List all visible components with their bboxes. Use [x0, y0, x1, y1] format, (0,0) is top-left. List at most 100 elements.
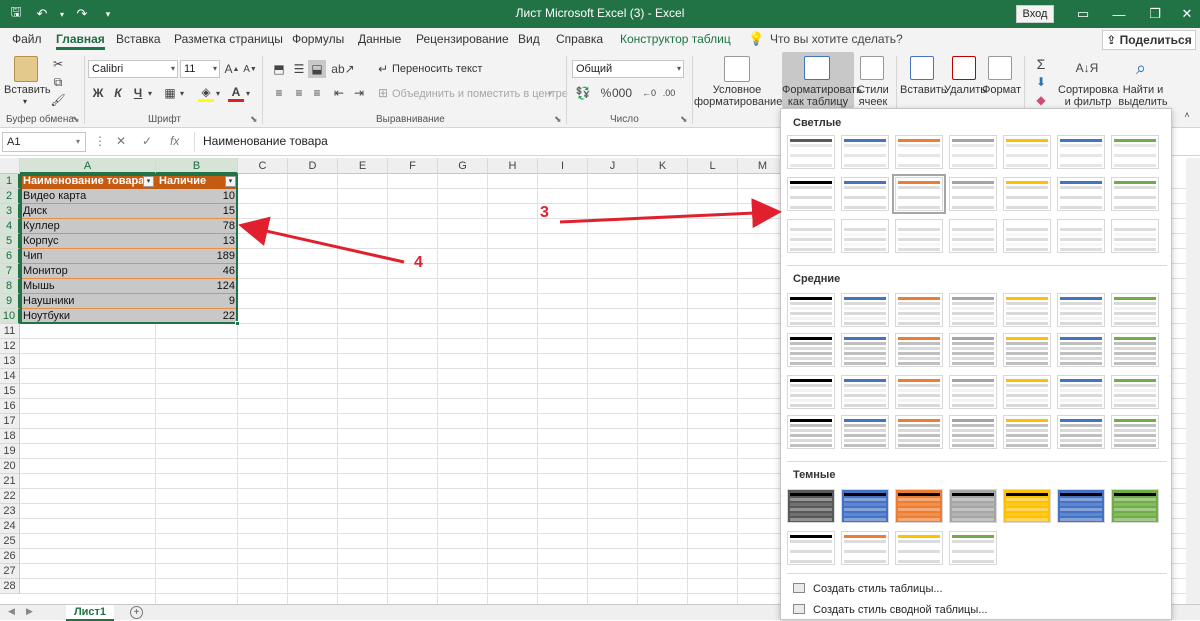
table-style-light-10[interactable]: [949, 177, 997, 211]
table-style-dark-53[interactable]: [1003, 489, 1051, 523]
save-icon[interactable]: 🖫: [6, 4, 26, 24]
underline-dropdown-icon[interactable]: ▾: [146, 84, 154, 102]
format-painter-icon[interactable]: 🖌: [50, 92, 66, 108]
font-color-dropdown-icon[interactable]: ▾: [244, 84, 252, 102]
table-style-light-5[interactable]: [1057, 135, 1105, 169]
align-left-icon[interactable]: ≡: [270, 84, 288, 102]
table-style-light-7[interactable]: [787, 177, 835, 211]
table-style-medium-42[interactable]: [787, 415, 835, 449]
table-style-dark-50[interactable]: [841, 489, 889, 523]
table-style-dark-52[interactable]: [949, 489, 997, 523]
conditional-formatting-icon[interactable]: [724, 56, 750, 82]
table-style-light-16[interactable]: [895, 219, 943, 253]
table-style-light-14[interactable]: [787, 219, 835, 253]
share-button[interactable]: ⇪ Поделиться: [1102, 30, 1196, 50]
clipboard-launcher-icon[interactable]: ⬊: [72, 114, 80, 125]
tab-review[interactable]: Рецензирование: [416, 32, 509, 46]
table-style-dark-57[interactable]: [841, 531, 889, 565]
row-header-18[interactable]: 18: [0, 429, 20, 444]
table-style-medium-32[interactable]: [1003, 333, 1051, 367]
font-launcher-icon[interactable]: ⬊: [250, 114, 258, 125]
table-style-medium-48[interactable]: [1111, 415, 1159, 449]
row-header-10[interactable]: 10: [0, 309, 20, 324]
sheet-tab-list1[interactable]: Лист1: [66, 605, 114, 621]
wrap-text-button[interactable]: Переносить текст: [392, 63, 482, 75]
table-style-medium-43[interactable]: [841, 415, 889, 449]
wrap-text-icon[interactable]: ↵: [376, 60, 390, 78]
tab-view[interactable]: Вид: [518, 32, 540, 46]
table-style-medium-30[interactable]: [895, 333, 943, 367]
column-header-b[interactable]: B: [156, 158, 238, 174]
insert-cells-icon[interactable]: [910, 56, 934, 80]
table-style-medium-37[interactable]: [895, 375, 943, 409]
close-icon[interactable]: ✕: [1164, 0, 1200, 28]
paste-icon[interactable]: [14, 56, 38, 82]
align-right-icon[interactable]: ≡: [308, 84, 326, 102]
table-style-dark-55[interactable]: [1111, 489, 1159, 523]
table-style-dark-56[interactable]: [787, 531, 835, 565]
cell-styles-button[interactable]: Стили ячеек: [856, 84, 890, 108]
table-cell[interactable]: 15: [156, 204, 238, 219]
column-header-j[interactable]: J: [588, 158, 638, 174]
undo-dropdown-icon[interactable]: ▾: [58, 4, 66, 24]
table-cell[interactable]: 46: [156, 264, 238, 279]
table-cell[interactable]: 9: [156, 294, 238, 309]
number-format-combo[interactable]: Общий ▾: [572, 60, 684, 78]
table-style-medium-23[interactable]: [895, 293, 943, 327]
bold-button[interactable]: Ж: [90, 84, 106, 102]
format-as-table-icon[interactable]: [804, 56, 830, 80]
table-style-light-12[interactable]: [1057, 177, 1105, 211]
fill-icon[interactable]: ⬇: [1032, 74, 1050, 90]
table-style-medium-39[interactable]: [1003, 375, 1051, 409]
table-style-light-18[interactable]: [1003, 219, 1051, 253]
table-style-medium-45[interactable]: [949, 415, 997, 449]
tab-insert[interactable]: Вставка: [116, 32, 161, 46]
row-header-25[interactable]: 25: [0, 534, 20, 549]
login-button[interactable]: Вход: [1016, 5, 1054, 23]
row-header-28[interactable]: 28: [0, 579, 20, 594]
sort-filter-icon[interactable]: A↓Я: [1074, 56, 1100, 80]
row-header-15[interactable]: 15: [0, 384, 20, 399]
filter-dropdown-icon[interactable]: ▾: [143, 176, 154, 187]
table-style-medium-21[interactable]: [787, 293, 835, 327]
table-style-light-13[interactable]: [1111, 177, 1159, 211]
row-header-19[interactable]: 19: [0, 444, 20, 459]
table-style-medium-46[interactable]: [1003, 415, 1051, 449]
table-style-medium-47[interactable]: [1057, 415, 1105, 449]
clear-icon[interactable]: ◆: [1032, 92, 1050, 108]
row-header-17[interactable]: 17: [0, 414, 20, 429]
fill-dropdown-icon[interactable]: ▾: [214, 84, 222, 102]
column-header-h[interactable]: H: [488, 158, 538, 174]
fill-handle[interactable]: [235, 321, 240, 326]
table-style-medium-34[interactable]: [1111, 333, 1159, 367]
row-header-3[interactable]: 3: [0, 204, 20, 219]
table-style-dark-49[interactable]: [787, 489, 835, 523]
column-header-k[interactable]: K: [638, 158, 688, 174]
table-cell[interactable]: Куллер: [20, 219, 156, 234]
alignment-launcher-icon[interactable]: ⬊: [554, 114, 562, 125]
autosum-icon[interactable]: Σ: [1032, 56, 1050, 72]
tab-help[interactable]: Справка: [556, 32, 603, 46]
font-name-combo[interactable]: Calibri ▾: [88, 60, 178, 78]
insert-cells-button[interactable]: Вставить: [900, 84, 947, 96]
tab-page-layout[interactable]: Разметка страницы: [174, 32, 283, 46]
table-cell[interactable]: Корпус: [20, 234, 156, 249]
tab-file[interactable]: Файл: [12, 32, 42, 46]
table-style-dark-59[interactable]: [949, 531, 997, 565]
table-cell[interactable]: 22: [156, 309, 238, 324]
row-header-9[interactable]: 9: [0, 294, 20, 309]
customize-qat-icon[interactable]: ▾: [98, 4, 118, 24]
decrease-font-icon[interactable]: A ▼: [242, 60, 258, 78]
delete-cells-button[interactable]: Удалить: [944, 84, 986, 96]
vertical-scrollbar[interactable]: [1186, 158, 1200, 604]
row-header-24[interactable]: 24: [0, 519, 20, 534]
table-style-light-17[interactable]: [949, 219, 997, 253]
row-header-12[interactable]: 12: [0, 339, 20, 354]
column-header-a[interactable]: A: [20, 158, 156, 174]
column-header-f[interactable]: F: [388, 158, 438, 174]
column-header-e[interactable]: E: [338, 158, 388, 174]
column-header-c[interactable]: C: [238, 158, 288, 174]
undo-icon[interactable]: ↶: [32, 4, 52, 24]
sort-filter-button[interactable]: Сортировка и фильтр: [1058, 84, 1118, 108]
format-cells-icon[interactable]: [988, 56, 1012, 80]
